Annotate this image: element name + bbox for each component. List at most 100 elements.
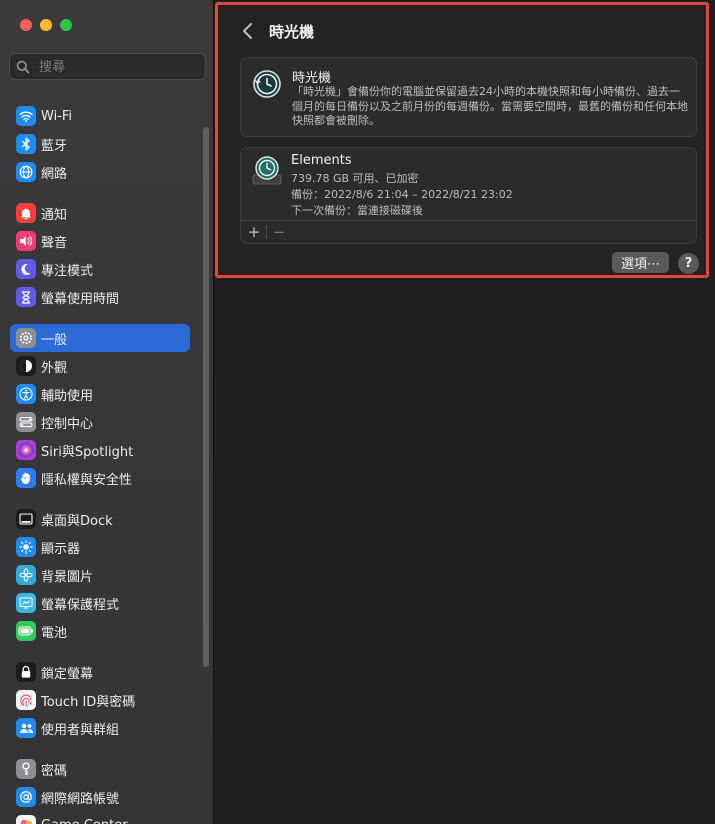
sidebar-item-label: 桌面與Dock [41, 513, 113, 529]
wifi-icon [16, 106, 36, 126]
gear-icon [16, 328, 36, 348]
backup-disk-card[interactable]: Elements 739.78 GB 可用、已加密 備份：2022/8/6 21… [240, 147, 697, 244]
sidebar-item-label: 網際網路帳號 [41, 791, 120, 807]
siri-icon [16, 440, 36, 460]
control-center-icon [16, 412, 36, 432]
time-machine-info-card: 時光機 「時光機」會備份你的電腦並保留過去24小時的本機快照和每小時備份、過去一… [240, 57, 697, 137]
sidebar-group: Wi-Fi 藍牙網路 [10, 102, 190, 186]
sidebar-item[interactable]: 螢幕使用時間 [10, 283, 190, 311]
fingerprint-icon [16, 690, 36, 710]
sidebar-group: 通知聲音專注模式螢幕使用時間 [10, 199, 190, 311]
sidebar-item[interactable]: 聲音 [10, 227, 190, 255]
sidebar-item-label: 輔助使用 [41, 388, 94, 404]
sidebar-item-label: 專注模式 [41, 263, 94, 279]
sidebar: Wi-Fi 藍牙網路通知聲音專注模式螢幕使用時間一般外觀輔助使用控制中心 Siri與… [0, 0, 214, 824]
disk-list-toolbar: + − [241, 220, 696, 243]
sidebar-item[interactable]: 使用者與群組 [10, 714, 190, 742]
sidebar-item[interactable]: 專注模式 [10, 255, 190, 283]
appearance-icon [16, 356, 36, 376]
time-machine-icon [253, 70, 281, 98]
disk-free-space: 739.78 GB 可用、已加密 [291, 172, 419, 185]
sidebar-item[interactable]: 背景圖片 [10, 561, 190, 589]
page-title: 時光機 [269, 23, 315, 41]
sidebar-group: 桌面與Dock 顯示器背景圖片 螢幕保護程式電池 [10, 505, 190, 645]
sidebar-item[interactable]: 網路 [10, 158, 190, 186]
time-machine-panel: 時光機 時光機 「時光機」會備份你的電腦並保留過去24小時的本機快照和每小時備份… [215, 2, 709, 278]
game-center-icon [16, 815, 36, 824]
sidebar-item[interactable]: 一般 [10, 324, 190, 352]
sidebar-item-label: 隱私權與安全性 [41, 472, 133, 488]
sidebar-item[interactable]: Wi-Fi [10, 102, 190, 130]
sidebar-item[interactable]: Game Center [10, 811, 190, 824]
sidebar-item-label: Wi-Fi [41, 108, 73, 124]
sidebar-item[interactable]: 外觀 [10, 352, 190, 380]
bell-icon [16, 203, 36, 223]
flower-icon [16, 565, 36, 585]
speaker-icon [16, 231, 36, 251]
bluetooth-icon [16, 134, 36, 154]
hourglass-icon [16, 287, 36, 307]
sidebar-group: 密碼網際網路帳號 Game Center [10, 755, 190, 824]
sidebar-item[interactable]: 通知 [10, 199, 190, 227]
sidebar-item[interactable]: 隱私權與安全性 [10, 464, 190, 492]
sidebar-group: 鎖定螢幕 Touch ID與密碼 使用者與群組 [10, 658, 190, 742]
sidebar-item-label: 通知 [41, 207, 68, 223]
remove-disk-button[interactable]: − [270, 222, 288, 242]
sidebar-item-label: Touch ID與密碼 [41, 694, 136, 710]
sidebar-item-label: 密碼 [41, 763, 68, 779]
sidebar-item-label: 一般 [41, 332, 68, 348]
sidebar-scrollbar[interactable] [203, 127, 209, 667]
sidebar-item-label: 外觀 [41, 360, 68, 376]
sidebar-item-label: 螢幕使用時間 [41, 291, 120, 307]
search-icon [16, 60, 30, 74]
backup-disk-icon [252, 156, 282, 185]
sidebar-item[interactable]: 控制中心 [10, 408, 190, 436]
back-button[interactable] [240, 21, 256, 41]
moon-icon [16, 259, 36, 279]
sidebar-item[interactable]: 網際網路帳號 [10, 783, 190, 811]
add-disk-button[interactable]: + [245, 222, 263, 242]
sidebar-item[interactable]: 密碼 [10, 755, 190, 783]
dock-icon [16, 509, 36, 529]
minimize-window-button[interactable] [40, 19, 52, 31]
sidebar-item[interactable]: 輔助使用 [10, 380, 190, 408]
sidebar-item[interactable]: Siri與Spotlight [10, 436, 190, 464]
info-description: 「時光機」會備份你的電腦並保留過去24小時的本機快照和每小時備份、過去一個月的每… [292, 85, 688, 127]
search-box[interactable] [9, 53, 206, 80]
sidebar-item-label: 顯示器 [41, 541, 81, 557]
sidebar-group: 一般外觀輔助使用控制中心 Siri與Spotlight 隱私權與安全性 [10, 324, 190, 492]
sidebar-item-label: 藍牙 [41, 138, 68, 154]
options-button[interactable]: 選項⋯ [612, 252, 669, 273]
zoom-window-button[interactable] [60, 19, 72, 31]
sun-icon [16, 537, 36, 557]
hand-icon [16, 468, 36, 488]
sidebar-item[interactable]: 藍牙 [10, 130, 190, 158]
sidebar-item[interactable]: 電池 [10, 617, 190, 645]
sidebar-item-label: Game Center [41, 818, 128, 824]
settings-window: Wi-Fi 藍牙網路通知聲音專注模式螢幕使用時間一般外觀輔助使用控制中心 Siri與… [0, 0, 715, 824]
close-window-button[interactable] [20, 19, 32, 31]
disk-name: Elements [291, 153, 352, 168]
users-icon [16, 718, 36, 738]
sidebar-item-label: 聲音 [41, 235, 68, 251]
sidebar-item-label: Siri與Spotlight [41, 444, 134, 460]
sidebar-item-label: 使用者與群組 [41, 722, 120, 738]
sidebar-item-label: 電池 [41, 625, 68, 641]
sidebar-item[interactable]: Touch ID與密碼 [10, 686, 190, 714]
info-title: 時光機 [292, 71, 332, 86]
sidebar-item[interactable]: 螢幕保護程式 [10, 589, 190, 617]
disk-next-backup: 下一次備份：當連接磁碟後 [291, 204, 423, 217]
sidebar-item[interactable]: 顯示器 [10, 533, 190, 561]
sidebar-item-label: 網路 [41, 166, 68, 182]
sidebar-item-label: 控制中心 [41, 416, 94, 432]
search-input[interactable] [37, 57, 201, 78]
at-icon [16, 787, 36, 807]
key-icon [16, 759, 36, 779]
sidebar-item-label: 鎖定螢幕 [41, 666, 94, 682]
sidebar-item[interactable]: 桌面與Dock [10, 505, 190, 533]
sidebar-item[interactable]: 鎖定螢幕 [10, 658, 190, 686]
accessibility-icon [16, 384, 36, 404]
help-button[interactable]: ? [678, 253, 699, 274]
screensaver-icon [16, 593, 36, 613]
toolbar-divider [266, 225, 267, 239]
